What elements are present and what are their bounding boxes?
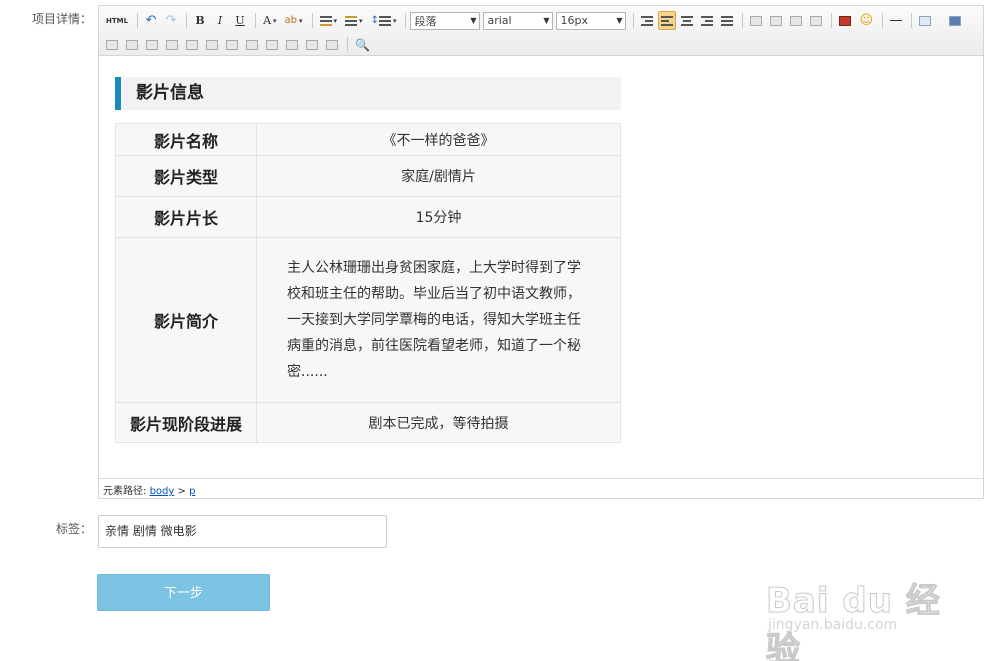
table-row: 影片简介 主人公林珊珊出身贫困家庭，上大学时得到了学校和班主任的帮助。毕业后当了…: [115, 237, 621, 403]
chevron-down-icon: ▼: [543, 16, 550, 25]
insert-table-icon[interactable]: [916, 11, 934, 30]
toolbar-row-1: HTML ↶ ↷ B I U A ▾ ab ▾ ▾ ▾ ↕ ▾ 段落 ▼ arial ▼ …: [103, 10, 979, 31]
toolbar-divider: [882, 13, 884, 28]
split-cells-icon[interactable]: [283, 35, 301, 54]
film-type-key: 影片类型: [115, 155, 257, 197]
watermark-url: jingyan.baidu.com: [768, 617, 898, 633]
delete-table-icon[interactable]: [103, 35, 121, 54]
section-title: 影片信息: [115, 77, 621, 110]
film-name-key: 影片名称: [115, 123, 257, 156]
merge-right-icon[interactable]: [243, 35, 261, 54]
delete-col-icon[interactable]: [203, 35, 221, 54]
font-family-select[interactable]: arial ▼: [483, 11, 554, 30]
toolbar-divider: [137, 13, 139, 28]
path-separator: >: [177, 486, 186, 497]
font-color-button[interactable]: A ▾: [260, 11, 279, 30]
film-name-value: 《不一样的爸爸》: [256, 123, 621, 156]
baidu-jingyan-watermark: Bai du 经验 jingyan.baidu.com: [760, 553, 960, 661]
align-right-icon[interactable]: [698, 11, 716, 30]
chevron-down-icon: ▾: [273, 16, 277, 25]
font-size-value: 16px: [560, 14, 588, 27]
film-type-value: 家庭/剧情片: [256, 155, 621, 197]
row-spacing-top-icon[interactable]: ▾: [317, 11, 341, 30]
film-progress-value: 剧本已完成，等待拍摄: [256, 402, 621, 443]
tags-label: 标签：: [55, 522, 92, 536]
rich-text-editor: HTML ↶ ↷ B I U A ▾ ab ▾ ▾ ▾ ↕ ▾ 段落 ▼ arial ▼ …: [98, 5, 984, 499]
film-length-key: 影片片长: [115, 196, 257, 238]
horizontal-rule-icon[interactable]: [887, 11, 905, 30]
image-right-icon[interactable]: [787, 11, 805, 30]
underline-button[interactable]: U: [231, 11, 249, 30]
align-justify-icon[interactable]: [718, 11, 736, 30]
bold-button[interactable]: B: [191, 11, 209, 30]
image-none-icon[interactable]: [747, 11, 765, 30]
film-length-value: 15分钟: [256, 196, 621, 238]
insert-image-icon[interactable]: [836, 11, 854, 30]
table-row: 影片类型 家庭/剧情片: [115, 155, 621, 197]
toolbar-divider: [347, 37, 348, 52]
image-left-icon[interactable]: [767, 11, 785, 30]
toolbar-divider: [742, 13, 744, 28]
delete-row-icon[interactable]: [163, 35, 181, 54]
film-synopsis-key: 影片简介: [115, 237, 257, 403]
highlight-color-icon[interactable]: ab ▾: [282, 11, 306, 30]
toolbar-divider: [186, 13, 188, 28]
redo-icon[interactable]: ↷: [162, 11, 180, 30]
editor-toolbar: HTML ↶ ↷ B I U A ▾ ab ▾ ▾ ▾ ↕ ▾ 段落 ▼ arial ▼ …: [99, 6, 983, 56]
italic-button[interactable]: I: [211, 11, 229, 30]
merge-down-icon[interactable]: [263, 35, 281, 54]
indent-icon[interactable]: [638, 11, 656, 30]
font-family-value: arial: [487, 14, 512, 27]
chevron-down-icon: ▼: [616, 16, 623, 25]
merge-cells-icon[interactable]: [223, 35, 241, 54]
film-synopsis-value: 主人公林珊珊出身贫困家庭，上大学时得到了学校和班主任的帮助。毕业后当了初中语文教…: [256, 237, 621, 403]
toolbar-divider: [255, 13, 257, 28]
insert-paragraph-before-table-icon[interactable]: [123, 35, 141, 54]
next-step-button[interactable]: 下一步: [97, 574, 270, 611]
image-center-icon[interactable]: [807, 11, 825, 30]
toolbar-divider: [831, 13, 833, 28]
insert-col-icon[interactable]: [183, 35, 201, 54]
undo-icon[interactable]: ↶: [142, 11, 160, 30]
path-p-link[interactable]: p: [189, 486, 195, 497]
align-left-icon[interactable]: [658, 11, 677, 30]
table-row: 影片现阶段进展 剧本已完成，等待拍摄: [115, 402, 621, 443]
film-info-table: 影片名称 《不一样的爸爸》 影片类型 家庭/剧情片 影片片长 15分钟 影片简介…: [115, 123, 621, 443]
paragraph-format-value: 段落: [414, 14, 437, 28]
line-height-icon[interactable]: ↕ ▾: [368, 11, 400, 30]
path-body-link[interactable]: body: [150, 486, 175, 497]
row-spacing-bottom-icon[interactable]: ▾: [342, 11, 366, 30]
element-path-bar: 元素路径: body > p: [99, 478, 983, 498]
toolbar-divider: [633, 13, 635, 28]
align-center-icon[interactable]: [678, 11, 696, 30]
preview-icon[interactable]: [946, 11, 964, 30]
toolbar-divider: [405, 13, 407, 28]
html-source-button[interactable]: HTML: [103, 11, 131, 30]
toolbar-divider: [911, 13, 913, 28]
insert-row-icon[interactable]: [143, 35, 161, 54]
editor-content-area[interactable]: 影片信息 影片名称 《不一样的爸爸》 影片类型 家庭/剧情片 影片片长 15分钟…: [99, 56, 983, 480]
table-row: 影片名称 《不一样的爸爸》: [115, 123, 621, 156]
paragraph-format-select[interactable]: 段落 ▼: [410, 11, 481, 30]
font-size-select[interactable]: 16px ▼: [556, 11, 627, 30]
font-color-label: A: [263, 14, 272, 27]
project-details-label: 项目详情：: [31, 12, 92, 26]
toolbar-divider: [311, 13, 313, 28]
film-progress-key: 影片现阶段进展: [115, 402, 257, 443]
toolbar-row-2: 🔍: [103, 34, 979, 55]
table-row: 影片片长 15分钟: [115, 196, 621, 238]
element-path-label: 元素路径:: [103, 486, 147, 497]
split-cols-icon[interactable]: [323, 35, 341, 54]
search-replace-icon[interactable]: 🔍: [352, 35, 373, 54]
split-rows-icon[interactable]: [303, 35, 321, 54]
tags-input[interactable]: 亲情 剧情 微电影: [98, 515, 387, 548]
chevron-down-icon: ▼: [470, 16, 477, 25]
emotion-icon[interactable]: ☺: [856, 11, 876, 30]
